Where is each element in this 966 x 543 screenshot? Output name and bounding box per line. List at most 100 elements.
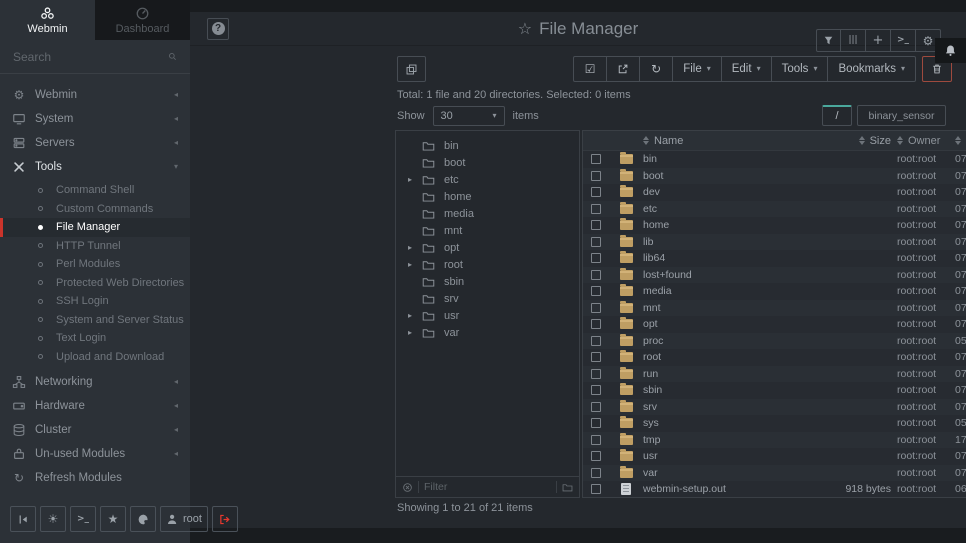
row-checkbox[interactable]	[591, 204, 601, 214]
terminal-button[interactable]: >_	[891, 29, 916, 52]
export-button[interactable]	[607, 56, 640, 82]
row-checkbox[interactable]	[591, 468, 601, 478]
table-row[interactable]: tmproot:root17772022/01/25 - 10:00:03	[583, 432, 966, 449]
sidebar-item-perl-modules[interactable]: Perl Modules	[0, 255, 190, 274]
table-row[interactable]: rootroot:root07002022/01/20 - 10:42:13	[583, 349, 966, 366]
palette-button[interactable]	[130, 506, 156, 532]
sort-icon[interactable]	[897, 136, 903, 145]
tree-item-opt[interactable]: ▸opt	[396, 239, 579, 256]
menu-edit-button[interactable]: Edit▾	[722, 56, 772, 82]
table-row[interactable]: bootroot:root07552021/04/10 - 16:15:00	[583, 168, 966, 185]
sidebar-item-protected-web-directories[interactable]: Protected Web Directories	[0, 274, 190, 293]
sidebar-item-system[interactable]: System◂	[0, 107, 190, 131]
table-row[interactable]: sysroot:root05552022/01/22 - 20:07:40	[583, 415, 966, 432]
menu-file-button[interactable]: File▾	[673, 56, 722, 82]
sidebar-item-command-shell[interactable]: Command Shell	[0, 181, 190, 200]
table-row[interactable]: lib64root:root07552021/12/10 - 16:53:07	[583, 250, 966, 267]
columns-button[interactable]: |||	[841, 29, 866, 52]
table-row[interactable]: mediaroot:root07552021/08/16 - 05:34:12	[583, 283, 966, 300]
sort-icon[interactable]	[643, 136, 649, 145]
table-row[interactable]: binroot:root07552022/01/24 - 08:37:31	[583, 151, 966, 168]
tree-item-mnt[interactable]: mnt	[396, 222, 579, 239]
column-header-size[interactable]: Size	[817, 135, 897, 147]
table-row[interactable]: procroot:root05552022/01/22 - 20:07:40	[583, 333, 966, 350]
table-row[interactable]: devroot:root07552022/01/22 - 20:07:49	[583, 184, 966, 201]
table-row[interactable]: usrroot:root07552021/08/16 - 05:34:12	[583, 448, 966, 465]
search-input[interactable]	[13, 50, 168, 64]
table-row[interactable]: runroot:root07552022/01/22 - 20:09:21	[583, 366, 966, 383]
tree-item-home[interactable]: home	[396, 188, 579, 205]
tree-item-sbin[interactable]: sbin	[396, 273, 579, 290]
expand-arrow-icon[interactable]: ▸	[408, 260, 422, 269]
row-checkbox[interactable]	[591, 286, 601, 296]
tab-dashboard[interactable]: Dashboard	[95, 0, 190, 40]
sidebar-item-ssh-login[interactable]: SSH Login	[0, 292, 190, 311]
page-size-select[interactable]: 30 ▾	[433, 106, 505, 126]
table-row[interactable]: etcroot:root07552022/01/24 - 08:37:42	[583, 201, 966, 218]
sort-icon[interactable]	[859, 136, 865, 145]
clone-view-button[interactable]	[397, 56, 426, 82]
column-header-name[interactable]: Name	[643, 135, 817, 147]
sidebar-item-refresh-modules[interactable]: ↻Refresh Modules	[0, 466, 190, 490]
table-row[interactable]: mntroot:root07552021/08/16 - 05:34:12	[583, 300, 966, 317]
row-checkbox[interactable]	[591, 237, 601, 247]
sidebar-item-networking[interactable]: Networking◂	[0, 370, 190, 394]
expand-arrow-icon[interactable]: ▸	[408, 311, 422, 320]
table-row[interactable]: sbinroot:root07552022/01/24 - 08:37:31	[583, 382, 966, 399]
sidebar-item-system-and-server-status[interactable]: System and Server Status	[0, 311, 190, 330]
sidebar-item-cluster[interactable]: Cluster◂	[0, 418, 190, 442]
tree-item-media[interactable]: media	[396, 205, 579, 222]
sidebar-item-text-login[interactable]: Text Login	[0, 329, 190, 348]
tree-item-etc[interactable]: ▸etc	[396, 171, 579, 188]
row-checkbox[interactable]	[591, 418, 601, 428]
row-checkbox[interactable]	[591, 187, 601, 197]
funnel-button[interactable]	[816, 29, 841, 52]
row-checkbox[interactable]	[591, 352, 601, 362]
clear-filter-icon[interactable]	[402, 482, 413, 493]
tree-filter-input[interactable]	[424, 481, 551, 493]
refresh-button[interactable]: ↻	[640, 56, 673, 82]
row-checkbox[interactable]	[591, 451, 601, 461]
logout-button[interactable]	[212, 506, 238, 532]
tree-item-bin[interactable]: bin	[396, 137, 579, 154]
row-checkbox[interactable]	[591, 220, 601, 230]
row-checkbox[interactable]	[591, 402, 601, 412]
row-checkbox[interactable]	[591, 484, 601, 494]
sidebar-item-un-used-modules[interactable]: Un-used Modules◂	[0, 442, 190, 466]
sidebar-item-webmin[interactable]: ⚙Webmin◂	[0, 83, 190, 107]
row-checkbox[interactable]	[591, 270, 601, 280]
terminal-button[interactable]: >_	[70, 506, 96, 532]
path-root-button[interactable]: /	[822, 105, 852, 126]
expand-arrow-icon[interactable]: ▸	[408, 328, 422, 337]
sidebar-item-custom-commands[interactable]: Custom Commands	[0, 200, 190, 219]
folder-icon[interactable]	[562, 482, 573, 493]
row-checkbox[interactable]	[591, 369, 601, 379]
sort-icon[interactable]	[955, 136, 961, 145]
column-header-mode[interactable]: Mode	[955, 135, 966, 147]
table-row[interactable]: webmin-setup.out918 bytesroot:root064420…	[583, 481, 966, 498]
menu-tools-button[interactable]: Tools▾	[772, 56, 829, 82]
plus-button[interactable]: +	[866, 29, 891, 52]
row-checkbox[interactable]	[591, 154, 601, 164]
tree-item-usr[interactable]: ▸usr	[396, 307, 579, 324]
check-square-button[interactable]: ☑	[573, 56, 607, 82]
table-row[interactable]: libroot:root07552021/08/16 - 05:36:30	[583, 234, 966, 251]
tree-item-boot[interactable]: boot	[396, 154, 579, 171]
sun-button[interactable]: ☀	[40, 506, 66, 532]
tree-item-var[interactable]: ▸var	[396, 324, 579, 341]
table-row[interactable]: homeroot:root07552021/04/10 - 16:15:00	[583, 217, 966, 234]
tree-item-root[interactable]: ▸root	[396, 256, 579, 273]
notifications-button[interactable]	[935, 38, 966, 63]
help-button[interactable]: ?	[207, 18, 229, 40]
sidebar-item-file-manager[interactable]: File Manager	[0, 218, 190, 237]
table-row[interactable]: varroot:root07552021/12/10 - 17:01:55	[583, 465, 966, 482]
row-checkbox[interactable]	[591, 319, 601, 329]
tab-webmin[interactable]: Webmin	[0, 0, 95, 40]
row-checkbox[interactable]	[591, 385, 601, 395]
column-header-owner[interactable]: Owner	[897, 135, 955, 147]
sidebar-item-upload-and-download[interactable]: Upload and Download	[0, 348, 190, 367]
table-row[interactable]: optroot:root07552021/12/10 - 16:54:57	[583, 316, 966, 333]
menu-bookmarks-button[interactable]: Bookmarks▾	[828, 56, 916, 82]
row-checkbox[interactable]	[591, 171, 601, 181]
row-checkbox[interactable]	[591, 435, 601, 445]
